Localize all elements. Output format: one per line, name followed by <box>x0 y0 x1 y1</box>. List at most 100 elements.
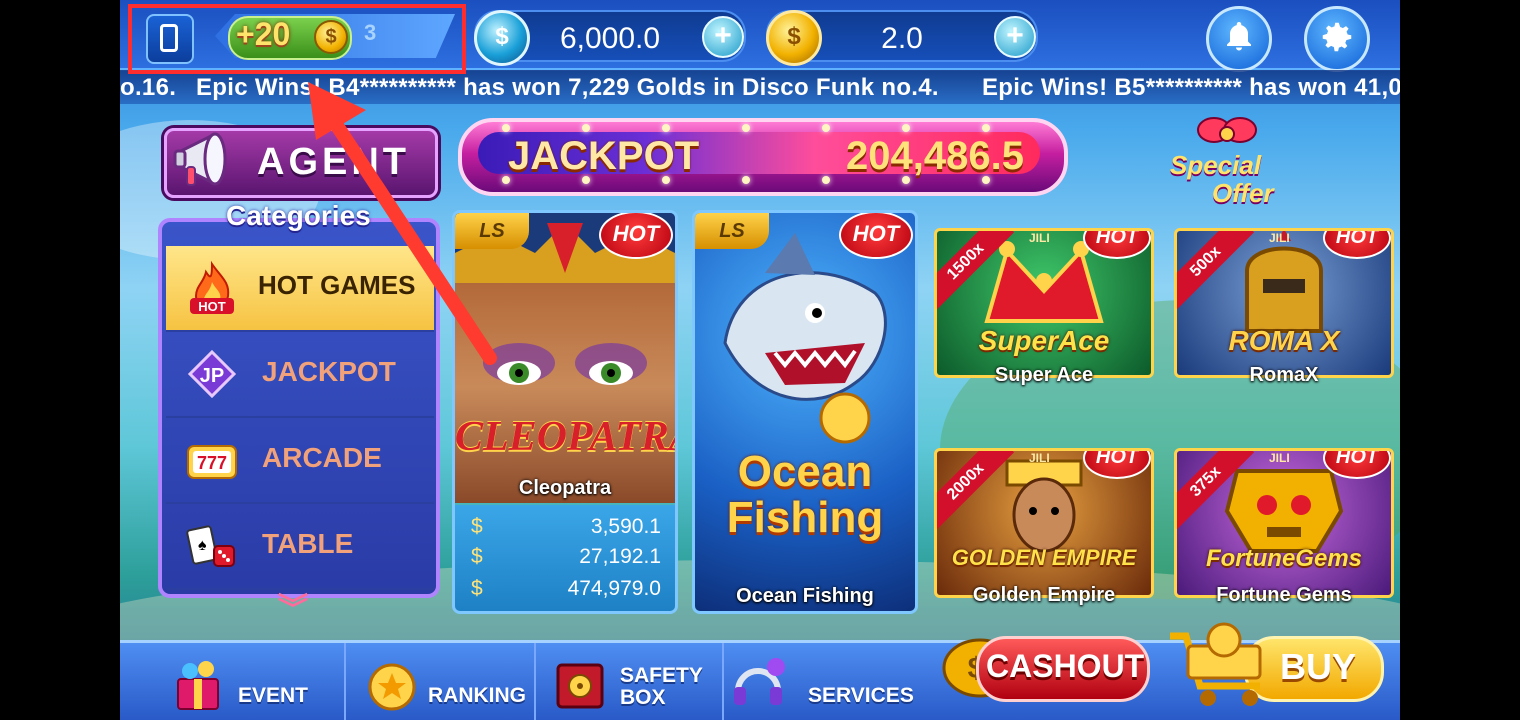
provider-label: JILI <box>1269 451 1290 465</box>
services-label: SERVICES <box>808 684 914 707</box>
category-label: ARCADE <box>262 442 382 473</box>
game-card-romax[interactable]: 500x JILI ROMA X HOT <box>1174 228 1394 378</box>
jackpot-light <box>662 176 670 184</box>
provider-label: JILI <box>1029 451 1050 465</box>
ticker-message: Epic Wins! B5********** has won 41,0 <box>982 74 1400 101</box>
prize-amount: 474,979.0 <box>567 577 661 600</box>
ls-badge: LS <box>455 213 529 249</box>
buy-label: BUY <box>1280 646 1357 687</box>
jackpot-light <box>902 124 910 132</box>
prize-row: $ 27,192.1 <box>471 545 661 575</box>
svg-text:JP: JP <box>200 365 224 387</box>
jackpot-value: 204,486.5 <box>846 134 1024 178</box>
chevron-double-down-icon[interactable]: ︾ <box>278 584 308 628</box>
category-label: HOT GAMES <box>258 270 416 300</box>
jackpot-light <box>742 124 750 132</box>
game-name: Ocean Fishing <box>736 585 874 607</box>
notifications-button[interactable] <box>1206 6 1272 72</box>
jackpot-light <box>502 176 510 184</box>
category-label: JACKPOT <box>262 356 396 387</box>
categories-title: Categories <box>226 200 371 231</box>
game-name: RomaX <box>1249 364 1319 386</box>
jackpot-light <box>582 176 590 184</box>
game-logo-text: ROMA X <box>1228 325 1340 356</box>
add-balance-button[interactable]: + <box>702 16 744 58</box>
add-gold-button[interactable]: + <box>994 16 1036 58</box>
cleopatra-logo: CLEOPATRA <box>455 414 678 460</box>
label-line: BOX <box>620 686 666 709</box>
bell-icon <box>1227 22 1251 51</box>
jackpot-light <box>902 176 910 184</box>
jackpot-label: JACKPOT <box>508 134 700 178</box>
balance-main: $ 6,000.0 + <box>474 10 746 66</box>
gift-box-icon <box>177 661 219 710</box>
ticker-message: Epic Wins! B4********** has won 7,229 Go… <box>196 74 939 101</box>
special-offer-line1: Special <box>1170 150 1262 180</box>
jackpot-light <box>982 176 990 184</box>
jackpot-light <box>982 124 990 132</box>
category-arcade[interactable]: 777 ARCADE <box>166 418 434 504</box>
special-offer-button[interactable]: Special Offer <box>1156 112 1296 212</box>
cards-dice-icon: ♠ <box>186 525 235 567</box>
safe-icon <box>556 663 604 709</box>
game-card-cleopatra[interactable]: CLEOPATRA LS HOT Cleopatra $ 3,590.1 $ 2… <box>452 210 678 614</box>
services-button[interactable]: SERVICES <box>724 643 924 720</box>
hot-badge: HOT <box>599 213 673 259</box>
game-lobby-screen: +20 $ 3 $ 6,000.0 + $ 2.0 + o.16. Epic W… <box>120 0 1400 720</box>
cashout-button[interactable]: $ CASHOUT <box>936 622 1150 708</box>
settings-button[interactable] <box>1304 6 1370 72</box>
jp-diamond-icon: JP <box>187 349 237 399</box>
annotation-highlight-box <box>128 4 466 74</box>
game-name: Golden Empire <box>972 584 1116 606</box>
cashout-label: CASHOUT <box>986 648 1145 684</box>
game-name: Fortune Gems <box>1216 584 1352 606</box>
category-table[interactable]: ♠ TABLE <box>166 504 434 590</box>
balance-gold: $ 2.0 + <box>766 10 1038 66</box>
logo-line: Ocean <box>737 447 873 496</box>
prize-amount: 27,192.1 <box>579 545 661 568</box>
ranking-button[interactable]: RANKING <box>346 643 536 720</box>
game-logo-text: FortuneGems <box>1205 545 1363 572</box>
agent-button[interactable]: AGENT <box>164 128 438 198</box>
provider-label: JILI <box>1269 231 1290 245</box>
buy-button[interactable]: BUY <box>1164 616 1384 712</box>
flame-hot-icon: HOT <box>190 260 234 314</box>
game-card-super-ace[interactable]: 1500x JILI SuperAce HOT <box>934 228 1154 378</box>
ocean-fishing-artwork: Ocean Fishing <box>695 213 915 611</box>
jackpot-light <box>582 124 590 132</box>
jackpot-banner: JACKPOT 204,486.5 <box>458 118 1068 196</box>
svg-text:HOT: HOT <box>198 299 226 314</box>
provider-label: JILI <box>1029 231 1050 245</box>
svg-text:♠: ♠ <box>198 537 207 554</box>
game-logo-text: SuperAce <box>978 325 1110 356</box>
megaphone-icon <box>173 132 227 186</box>
game-card-ocean-fishing[interactable]: Ocean Fishing LS HOT Ocean Fishing <box>692 210 918 614</box>
event-label: EVENT <box>238 684 309 707</box>
prize-row: $ 474,979.0 <box>471 577 661 607</box>
shopping-cart-coins-icon <box>1170 622 1262 706</box>
categories-panel: HOT HOT GAMES JP JACKPOT 777 ARCADE ♠ TA… <box>158 218 440 598</box>
gear-icon <box>1322 22 1352 52</box>
special-offer-line2: Offer <box>1212 178 1274 208</box>
agent-label: AGENT <box>257 141 410 183</box>
game-name: Super Ace <box>994 364 1094 386</box>
category-jackpot[interactable]: JP JACKPOT <box>166 332 434 418</box>
medal-icon <box>368 663 416 711</box>
category-hot-games[interactable]: HOT HOT GAMES <box>166 246 434 332</box>
cleopatra-prize-list: $ 3,590.1 $ 27,192.1 $ 474,979.0 <box>455 505 675 611</box>
win-ticker: o.16. Epic Wins! B4********** has won 7,… <box>120 70 1400 104</box>
ls-badge: LS <box>695 213 769 249</box>
prize-amount: 3,590.1 <box>590 515 661 538</box>
prize-symbol: $ <box>471 545 483 568</box>
ranking-label: RANKING <box>428 684 526 707</box>
game-card-fortune-gems[interactable]: 375x JILI FortuneGems HOT <box>1174 448 1394 598</box>
hot-badge: HOT <box>839 213 913 259</box>
game-card-golden-empire[interactable]: 2000x JILI GOLDEN EMPIRE HOT <box>934 448 1154 598</box>
logo-line: Fishing <box>726 493 884 542</box>
jackpot-light <box>662 124 670 132</box>
safety-box-button[interactable]: SAFETY BOX <box>536 643 724 720</box>
game-logo-text: GOLDEN EMPIRE <box>951 545 1137 570</box>
event-button[interactable]: EVENT <box>120 643 346 720</box>
ticker-message: o.16. <box>120 74 177 101</box>
jackpot-light <box>742 176 750 184</box>
